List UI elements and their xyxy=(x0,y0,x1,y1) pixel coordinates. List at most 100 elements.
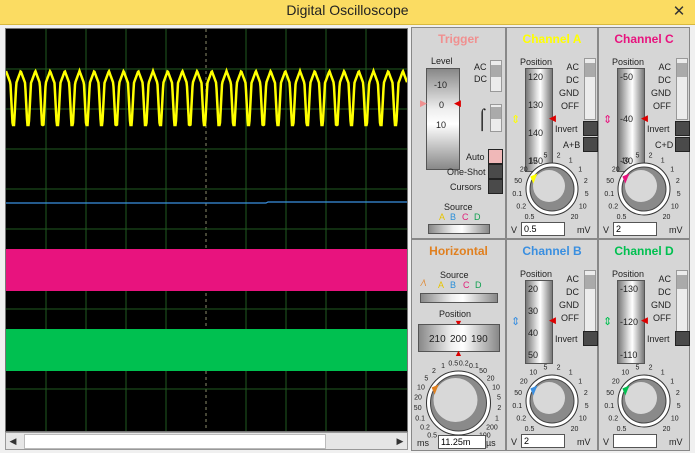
close-icon[interactable]: ✕ xyxy=(669,2,689,20)
channel-a-position-label: Position xyxy=(520,57,553,67)
channel-c-position-label: Position xyxy=(612,57,645,67)
dial-tick-label: 50 xyxy=(479,368,487,375)
channel-d-tick: -110 xyxy=(620,350,638,360)
channel-c-volts-dial[interactable]: 0.50.20.15020105 211251020 xyxy=(599,148,689,226)
timebase-dial[interactable]: 0.50.20.15020105210.50.20.15020105212001… xyxy=(412,356,505,446)
channel-c-coupling-switch[interactable] xyxy=(676,58,688,120)
dial-tick-label: 20 xyxy=(663,214,671,221)
dial-tick-label: 5 xyxy=(636,365,640,372)
channel-a-volts-dial[interactable]: 0.50.20.15020105 211251020 xyxy=(507,148,597,226)
channel-b-coupling-dc: DC xyxy=(566,287,579,297)
channel-a-panel: Channel A Position 120 130 140 150 ⇕ ◀ AC DC GND OF… xyxy=(506,27,598,239)
channel-b-tick: 30 xyxy=(528,306,539,316)
trigger-source-d[interactable]: D xyxy=(474,212,481,222)
channel-c-tick: -40 xyxy=(620,114,634,124)
edge-icon: ⌠ xyxy=(476,108,489,130)
dial-tick-label: 2 xyxy=(584,390,588,397)
channel-c-coupling-dc: DC xyxy=(658,75,671,85)
dial-tick-label: 0.1 xyxy=(469,363,479,370)
dial-tick-label: 20 xyxy=(571,426,579,433)
scroll-right-icon[interactable]: ▶ xyxy=(393,433,407,449)
scope-screen xyxy=(5,28,408,432)
dial-tick-label: 10 xyxy=(529,157,537,164)
dial-tick-label: 20 xyxy=(612,378,620,385)
dial-tick-label: 5 xyxy=(677,191,681,198)
channel-d-coupling-switch[interactable] xyxy=(676,270,688,332)
auto-button[interactable] xyxy=(488,149,503,164)
channel-c-value[interactable]: 2 xyxy=(613,222,657,236)
dial-tick-label: 1 xyxy=(569,157,573,164)
horizontal-source-slider[interactable] xyxy=(420,293,498,303)
channel-d-volts-dial[interactable]: 0.50.20.15020105 211251020 xyxy=(599,360,689,438)
channel-d-unit-left: V xyxy=(603,437,610,447)
dial-highlight xyxy=(625,170,657,202)
channel-a-tick: 140 xyxy=(528,128,544,138)
screen-horizontal-scrollbar[interactable]: ◀ ▶ xyxy=(5,432,408,450)
trigger-source-c[interactable]: C xyxy=(462,212,469,222)
horizontal-source-d[interactable]: D xyxy=(475,280,482,290)
dial-tick-label: 50 xyxy=(414,405,422,412)
dial-tick-label: 0.2 xyxy=(420,425,430,432)
channel-d-value[interactable] xyxy=(613,434,657,448)
dial-tick-label: 5 xyxy=(424,376,428,383)
dial-highlight xyxy=(533,170,565,202)
auto-label: Auto xyxy=(466,152,485,162)
horizontal-source-a[interactable]: A xyxy=(438,280,444,290)
trigger-source-b[interactable]: B xyxy=(450,212,456,222)
channel-a-value[interactable]: 0.5 xyxy=(521,222,565,236)
level-tick: -10 xyxy=(434,80,448,90)
dial-tick-label: 0.1 xyxy=(604,403,614,410)
dial-tick-label: 0.5 xyxy=(448,360,458,367)
trigger-source-slider[interactable] xyxy=(428,224,490,234)
channel-b-volts-dial[interactable]: 0.50.20.15020105 211251020 xyxy=(507,360,597,438)
dial-tick-label: 1 xyxy=(661,157,665,164)
timebase-value[interactable]: 11.25m xyxy=(438,435,486,449)
trigger-edge-switch[interactable] xyxy=(490,104,502,132)
dial-tick-label: 1 xyxy=(495,415,499,422)
trigger-title: Trigger xyxy=(438,32,479,46)
channel-c-position-arrow-icon: ⇕ xyxy=(603,114,613,126)
dial-tick-label: 1 xyxy=(578,166,582,173)
dial-tick-label: 1 xyxy=(578,378,582,385)
dial-tick-label: 0.1 xyxy=(604,191,614,198)
dial-tick-label: 20 xyxy=(414,395,422,402)
channel-d-coupling-gnd: GND xyxy=(651,300,671,310)
channel-b-coupling-gnd: GND xyxy=(559,300,579,310)
channel-b-coupling-ac: AC xyxy=(566,274,579,284)
cursors-button[interactable] xyxy=(488,179,503,194)
scrollbar-thumb[interactable] xyxy=(24,434,326,449)
channel-b-tick: 40 xyxy=(528,328,539,338)
channel-a-coupling-switch[interactable] xyxy=(584,58,596,120)
channel-b-tick: 20 xyxy=(528,284,539,294)
dial-tick-label: 2 xyxy=(649,153,653,160)
dial-tick-label: 20 xyxy=(520,378,528,385)
channel-a-tick: 130 xyxy=(528,100,544,110)
dial-tick-label: 10 xyxy=(671,416,679,423)
channel-b-invert-button[interactable] xyxy=(583,331,598,346)
trigger-ac-label: AC xyxy=(474,62,487,72)
scroll-left-icon[interactable]: ◀ xyxy=(6,433,20,449)
channel-a-coupling-off: OFF xyxy=(561,101,579,111)
channel-b-value[interactable]: 2 xyxy=(521,434,565,448)
channel-a-invert-button[interactable] xyxy=(583,121,598,136)
dial-tick-label: 10 xyxy=(579,416,587,423)
dial-tick-label: 2 xyxy=(557,153,561,160)
channel-d-invert-button[interactable] xyxy=(675,331,690,346)
horizontal-source-b[interactable]: B xyxy=(450,280,456,290)
dial-tick-label: 0.5 xyxy=(617,426,627,433)
channel-c-invert-button[interactable] xyxy=(675,121,690,136)
horizontal-source-c[interactable]: C xyxy=(463,280,470,290)
channel-b-coupling-switch[interactable] xyxy=(584,270,596,332)
dial-tick-label: 50 xyxy=(606,390,614,397)
channel-c-unit-right: mV xyxy=(669,225,683,235)
channel-a-coupling-dc: DC xyxy=(566,75,579,85)
one-shot-button[interactable] xyxy=(488,164,503,179)
trigger-source-a[interactable]: A xyxy=(439,212,445,222)
dial-tick-label: 20 xyxy=(663,426,671,433)
trigger-coupling-switch[interactable] xyxy=(490,60,502,92)
trigger-source-label: Source xyxy=(444,202,473,212)
channel-b-tick: 50 xyxy=(528,350,539,360)
title-bar: Digital Oscilloscope ✕ xyxy=(0,0,695,25)
dial-tick-label: 5 xyxy=(677,403,681,410)
one-shot-label: One-Shot xyxy=(447,167,486,177)
